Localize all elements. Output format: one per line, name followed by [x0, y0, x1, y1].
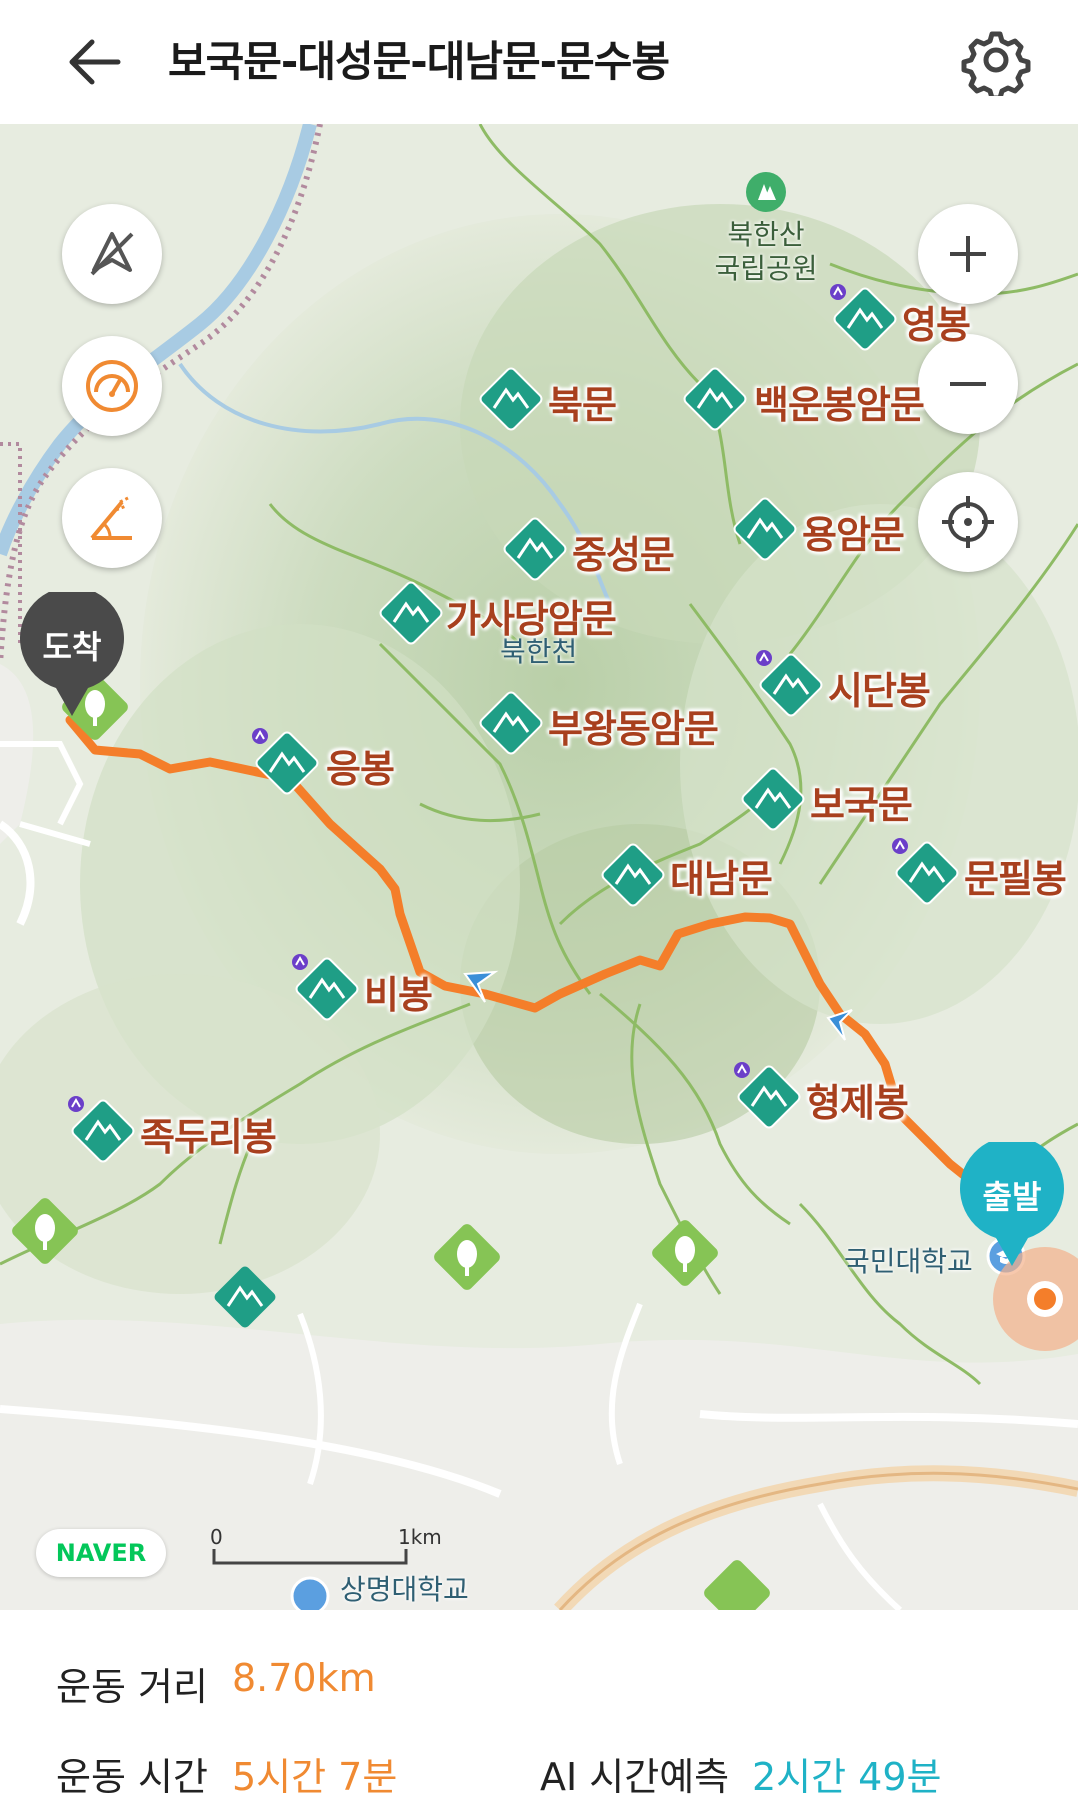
peak-label: 중성문: [572, 533, 675, 577]
mountain-icon: [503, 517, 567, 581]
mountain-icon: [210, 1262, 280, 1336]
elevation-icon: [90, 496, 132, 540]
peak-pin[interactable]: [252, 728, 322, 802]
peak-pin[interactable]: [476, 688, 546, 762]
naver-logo: NAVER: [36, 1529, 166, 1577]
mountain-icon: [68, 1096, 135, 1163]
distance-value: 8.70km: [232, 1656, 376, 1700]
park-icon: [744, 170, 788, 218]
school-icon: [290, 1576, 330, 1610]
mountain-icon: [479, 691, 543, 755]
my-location-button[interactable]: [918, 472, 1018, 572]
peak-label: 비봉: [364, 973, 433, 1017]
mountain-icon: [601, 843, 665, 907]
peak-pin[interactable]: [730, 494, 800, 568]
peak-pin[interactable]: [68, 1096, 138, 1170]
peak-label: 문필봉: [964, 857, 1067, 901]
peak-label: 보국문: [810, 783, 913, 827]
zoom-in-button[interactable]: [918, 204, 1018, 304]
zoom-out-button[interactable]: [918, 334, 1018, 434]
mountain-icon: [479, 367, 543, 431]
compass-off-icon: [90, 232, 134, 276]
peak-pin[interactable]: [476, 364, 546, 438]
mountain-icon: [292, 954, 359, 1021]
school-label: 국민대학교: [844, 1245, 973, 1278]
mountain-icon: [379, 581, 443, 645]
mountain-icon: [830, 284, 897, 351]
map-scale: 0 1km: [210, 1525, 442, 1569]
end-marker-label: 도착: [42, 628, 102, 666]
peak-label: 북문: [548, 383, 617, 427]
peak-pin[interactable]: [292, 954, 362, 1028]
forest-icon: [650, 1218, 720, 1292]
mountain-icon: [683, 367, 747, 431]
elevation-button[interactable]: [62, 468, 162, 568]
peak-pin[interactable]: [830, 284, 900, 358]
peak-pin[interactable]: [376, 578, 446, 652]
peak-pin[interactable]: [500, 514, 570, 588]
ai-prediction-label: AI 시간예측: [540, 1755, 730, 1799]
peak-label: 용암문: [802, 513, 905, 557]
peak-label: 가사당암문: [446, 597, 617, 641]
compass-off-button[interactable]: [62, 204, 162, 304]
start-marker-label: 출발: [982, 1178, 1042, 1216]
gear-icon[interactable]: [960, 24, 1032, 101]
peak-label: 대남문: [670, 857, 773, 901]
forest-icon: [432, 1222, 502, 1296]
mountain-icon: [756, 650, 823, 717]
ai-prediction-value: 2시간 49분: [752, 1755, 942, 1799]
mountain-icon: [892, 838, 959, 905]
mountain-icon: [733, 497, 797, 561]
peak-pin[interactable]: [738, 764, 808, 838]
back-arrow-icon[interactable]: [62, 30, 130, 94]
trail-map[interactable]: 북한산 국립공원 북한천 국민대학교 상명대학교 도착 출발 NAVER 0 1…: [0, 124, 1078, 1610]
speed-button[interactable]: [62, 336, 162, 436]
crosshair-icon: [942, 496, 994, 548]
app-header: 보국문-대성문-대남문-문수봉: [0, 0, 1078, 124]
plus-icon: [950, 236, 986, 272]
forest-icon: [10, 1196, 80, 1270]
forest-icon: [702, 1558, 772, 1610]
time-label: 운동 시간: [56, 1755, 208, 1799]
peak-label: 응봉: [326, 747, 395, 791]
peak-label: 영봉: [902, 303, 971, 347]
distance-label: 운동 거리: [56, 1665, 208, 1709]
page-title: 보국문-대성문-대남문-문수봉: [168, 37, 670, 86]
stats-panel: 운동 거리 8.70km 운동 시간 5시간 7분 AI 시간예측 2시간 49…: [0, 1610, 1078, 1799]
mountain-icon: [252, 728, 319, 795]
scale-start: 0: [210, 1525, 223, 1549]
park-name: 북한산 국립공원: [714, 218, 818, 285]
peak-label: 형제봉: [806, 1081, 909, 1125]
peak-pin[interactable]: [892, 838, 962, 912]
peak-pin[interactable]: [734, 1062, 804, 1136]
start-marker[interactable]: 출발: [956, 1136, 1068, 1272]
mountain-icon: [734, 1062, 801, 1129]
school-label: 상명대학교: [340, 1573, 469, 1606]
peak-label: 족두리봉: [140, 1115, 277, 1159]
scale-end: 1km: [398, 1525, 442, 1549]
peak-label: 부왕동암문: [548, 707, 719, 751]
speedometer-icon: [86, 360, 138, 412]
peak-pin[interactable]: [680, 364, 750, 438]
minus-icon: [950, 382, 986, 386]
peak-label: 백운봉암문: [754, 383, 925, 427]
peak-pin[interactable]: [756, 650, 826, 724]
mountain-icon: [741, 767, 805, 831]
peak-pin[interactable]: [598, 840, 668, 914]
end-marker[interactable]: 도착: [16, 586, 128, 722]
peak-label: 시단봉: [828, 669, 931, 713]
time-value: 5시간 7분: [232, 1755, 398, 1799]
